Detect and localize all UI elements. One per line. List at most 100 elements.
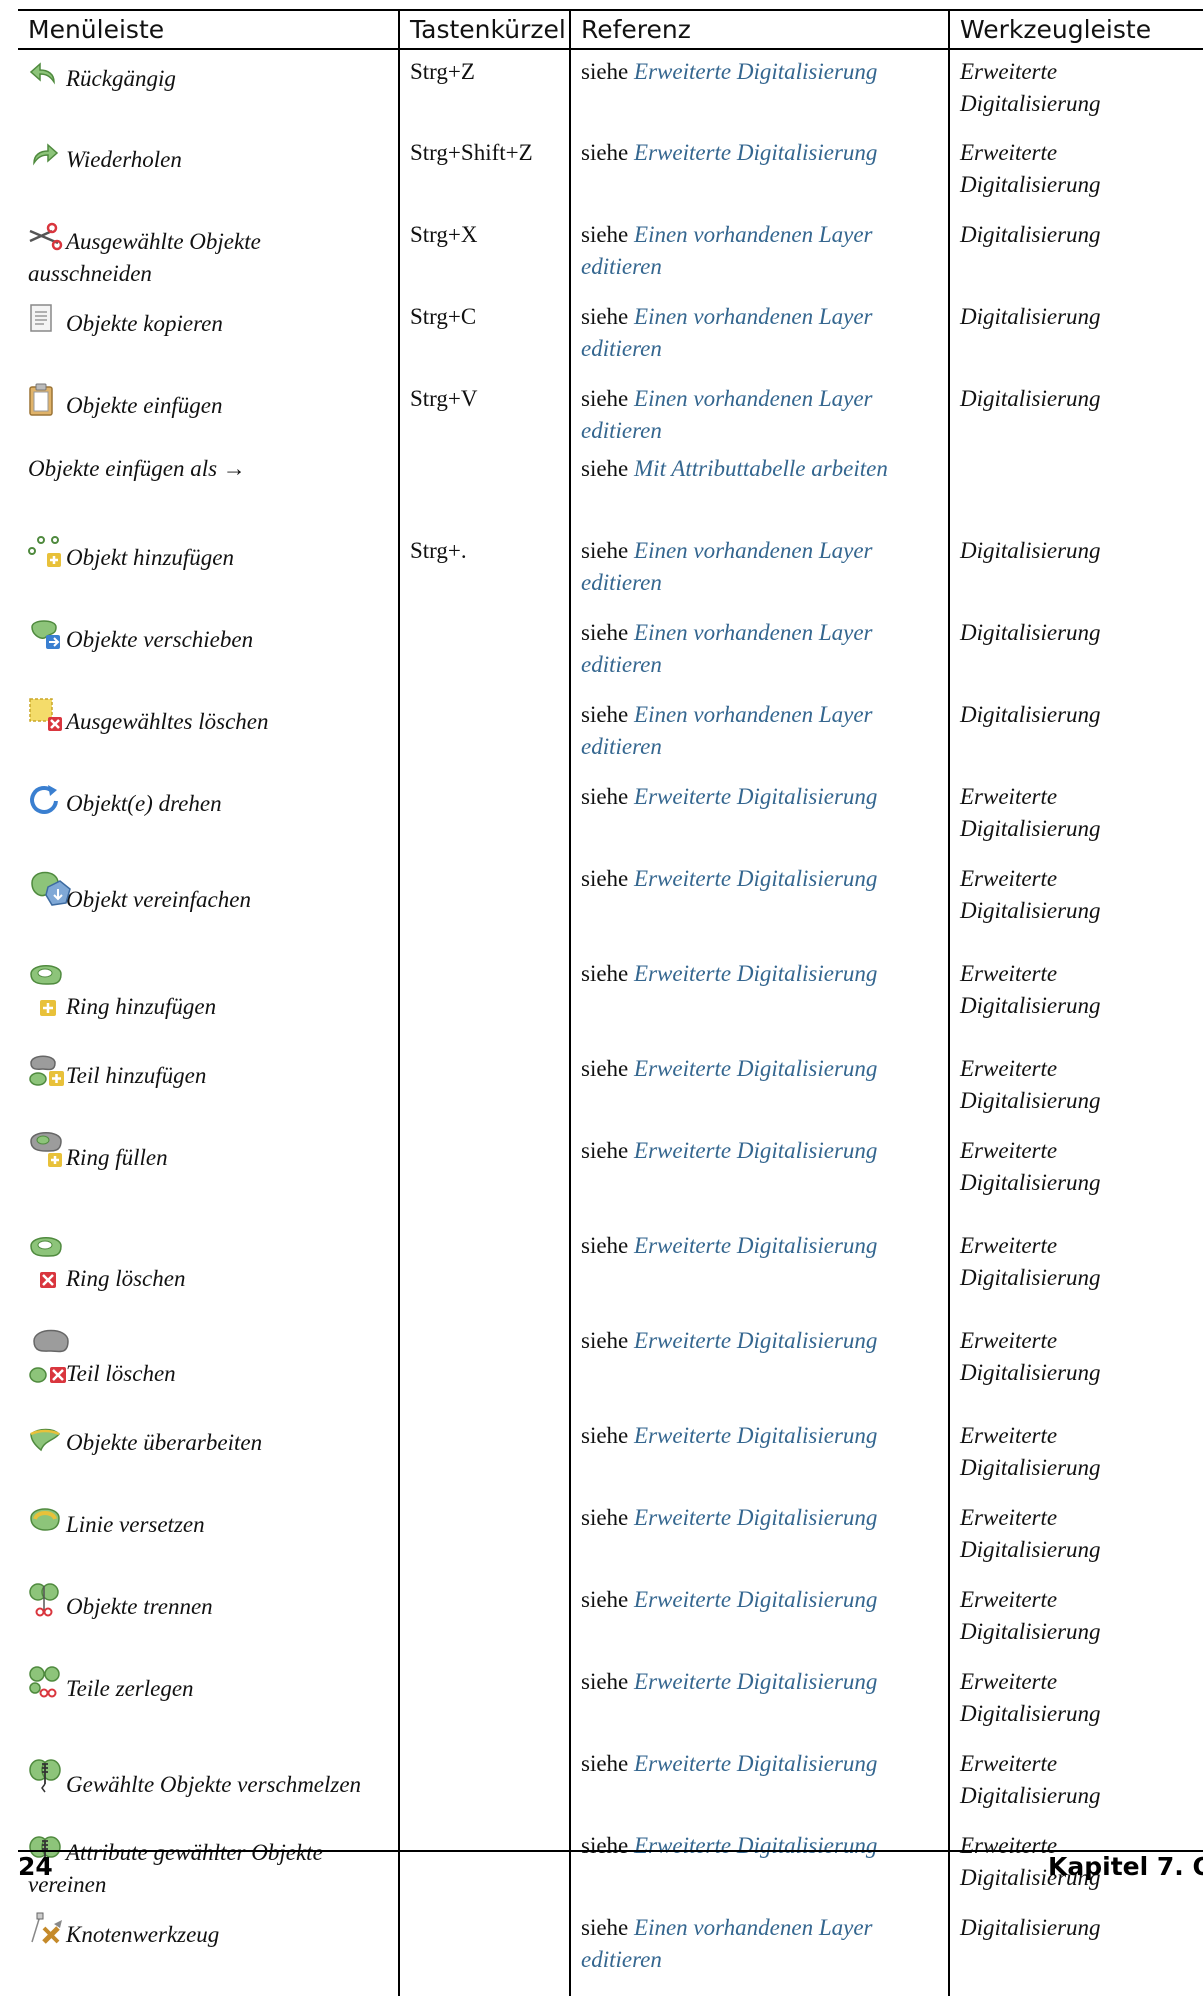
toolbar-name: Erweiterte Digitalisierung (960, 1056, 1101, 1113)
reference-link[interactable]: Erweiterte Digitalisierung (634, 1587, 877, 1612)
shortcut-cell (399, 1129, 571, 1224)
toolbar-cell (949, 447, 1203, 529)
menu-item-label: Objekt hinzufügen (66, 545, 234, 570)
shortcut-cell: Strg+Z (399, 49, 571, 131)
reference-cell: siehe Einen vorhandenen Layer editieren (570, 693, 950, 775)
reference-prefix: siehe (581, 222, 635, 247)
menu-item-label: Objekte einfügen (66, 393, 223, 418)
table-row: Ausgewählte Objekte ausschneiden Strg+X si… (18, 213, 1203, 295)
menu-cell: Punktsymbole drehen (18, 1988, 400, 1996)
toolbar-name: Erweiterte Digitalisierung (960, 784, 1101, 841)
shortcut-cell (399, 1319, 571, 1414)
shortcut-text: Strg+X (410, 222, 478, 247)
toolbar-name: Erweiterte Digitalisierung (960, 1423, 1101, 1480)
toolbar-cell: Digitalisierung (949, 693, 1203, 775)
toolbar-cell: Digitalisierung (949, 295, 1203, 377)
reference-link[interactable]: Erweiterte Digitalisierung (634, 1833, 877, 1858)
reference-cell: siehe Erweiterte Digitalisierung (570, 1988, 950, 1996)
copy-icon (28, 301, 64, 335)
fill-ring-icon (28, 1132, 64, 1169)
reference-link[interactable]: Erweiterte Digitalisierung (634, 1233, 877, 1258)
reference-link[interactable]: Erweiterte Digitalisierung (634, 1669, 877, 1694)
menu-cell: Objekt(e) drehen (18, 775, 400, 857)
menu-cell: Objekte überarbeiten (18, 1414, 400, 1496)
header-menu: Menüleiste (18, 9, 400, 50)
table-row: Teile zerlegen siehe Erweiterte Digitalis… (18, 1660, 1203, 1742)
table-row: Knotenwerkzeug siehe Einen vorhandenen La… (18, 1906, 1203, 1988)
toolbar-cell: Erweiterte Digitalisierung (949, 131, 1203, 213)
menu-item-label: Ring hinzufügen (66, 994, 217, 1019)
delete-part-icon (28, 1325, 69, 1385)
toolbar-name: Erweiterte Digitalisierung (960, 1328, 1101, 1385)
shortcut-cell (399, 693, 571, 775)
reference-link[interactable]: Erweiterte Digitalisierung (634, 1056, 877, 1081)
shortcut-cell (399, 447, 571, 529)
reference-prefix: siehe (581, 1833, 635, 1858)
toolbar-name: Digitalisierung (960, 386, 1101, 411)
toolbar-name: Digitalisierung (960, 620, 1101, 645)
reference-cell: siehe Mit Attributtabelle arbeiten (570, 447, 950, 529)
shortcut-text: Strg+V (410, 386, 478, 411)
shortcut-cell (399, 611, 571, 693)
menu-item-label: Objekte überarbeiten (66, 1430, 263, 1455)
add-ring-icon (28, 958, 64, 1018)
toolbar-cell: Erweiterte Digitalisierung (949, 1414, 1203, 1496)
table-row: Objekte überarbeiten siehe Erweiterte Dig… (18, 1414, 1203, 1496)
reference-link[interactable]: Erweiterte Digitalisierung (634, 1138, 877, 1163)
menu-item-label: Ausgewähltes löschen (66, 709, 269, 734)
toolbar-cell: Digitalisierung (949, 1906, 1203, 1988)
reference-prefix: siehe (581, 1915, 635, 1940)
toolbar-cell: Erweiterte Digitalisierung (949, 857, 1203, 952)
toolbar-cell: Erweiterte Digitalisierung (949, 1496, 1203, 1578)
toolbar-cell: Erweiterte Digitalisierung (949, 775, 1203, 857)
header-toolbar: Werkzeugleiste (949, 9, 1203, 50)
menu-cell: Objekt vereinfachen (18, 857, 400, 952)
reference-cell: siehe Erweiterte Digitalisierung (570, 1224, 950, 1319)
menu-cell: Teil hinzufügen (18, 1047, 400, 1129)
reference-prefix: siehe (581, 538, 635, 563)
shortcut-cell (399, 1742, 571, 1824)
shortcut-cell (399, 952, 571, 1047)
menu-item-label: Objekte trennen (66, 1594, 213, 1619)
table-row: Ring füllen siehe Erweiterte Digitalisier… (18, 1129, 1203, 1224)
shortcut-cell: Strg+V (399, 377, 571, 447)
reference-cell: siehe Erweiterte Digitalisierung (570, 131, 950, 213)
reference-cell: siehe Erweiterte Digitalisierung (570, 1824, 950, 1906)
delete-selected-icon (28, 698, 64, 733)
toolbar-cell: Erweiterte Digitalisierung (949, 1047, 1203, 1129)
document-page: Menüleiste Tastenkürzel Referenz Werkzeu… (0, 0, 1203, 1996)
toolbar-name: Erweiterte Digitalisierung (960, 59, 1101, 116)
move-feature-icon (28, 617, 64, 651)
chapter-title: Kapitel 7. QGIS GUI (1048, 1852, 1203, 1881)
reference-link[interactable]: Mit Attributtabelle arbeiten (634, 456, 888, 481)
toolbar-cell: Erweiterte Digitalisierung (949, 1319, 1203, 1414)
menu-item-label: Objekte verschieben (66, 627, 254, 652)
reference-link[interactable]: Erweiterte Digitalisierung (634, 1751, 877, 1776)
reference-prefix: siehe (581, 784, 635, 809)
reference-link[interactable]: Erweiterte Digitalisierung (634, 1328, 877, 1353)
table-row: Ring hinzufügen siehe Erweiterte Digitali… (18, 952, 1203, 1047)
table-row: Objekt hinzufügen Strg+. siehe Einen vorha… (18, 529, 1203, 611)
menu-cell: Objekte einfügen als → (18, 447, 400, 529)
header-reference: Referenz (570, 9, 950, 50)
reference-link[interactable]: Erweiterte Digitalisierung (634, 961, 877, 986)
reference-link[interactable]: Erweiterte Digitalisierung (634, 140, 877, 165)
paste-icon (28, 383, 64, 417)
reference-prefix: siehe (581, 1587, 635, 1612)
menu-item-label: Teil hinzufügen (66, 1063, 207, 1088)
reference-link[interactable]: Erweiterte Digitalisierung (634, 59, 877, 84)
reference-cell: siehe Erweiterte Digitalisierung (570, 1660, 950, 1742)
reshape-icon (28, 1420, 64, 1454)
reference-prefix: siehe (581, 1328, 635, 1353)
menu-item-label: Teil löschen (66, 1361, 176, 1386)
toolbar-name: Erweiterte Digitalisierung (960, 1505, 1101, 1562)
reference-link[interactable]: Erweiterte Digitalisierung (634, 866, 877, 891)
reference-link[interactable]: Erweiterte Digitalisierung (634, 1505, 877, 1530)
reference-link[interactable]: Erweiterte Digitalisierung (634, 784, 877, 809)
table-row: Objekte einfügen Strg+V siehe Einen vorhan… (18, 377, 1203, 447)
toolbar-cell: Erweiterte Digitalisierung (949, 1660, 1203, 1742)
toolbar-cell: Erweiterte Digitalisierung (949, 49, 1203, 131)
menu-cell: Linie versetzen (18, 1496, 400, 1578)
reference-link[interactable]: Erweiterte Digitalisierung (634, 1423, 877, 1448)
split-features-icon (28, 1583, 64, 1618)
